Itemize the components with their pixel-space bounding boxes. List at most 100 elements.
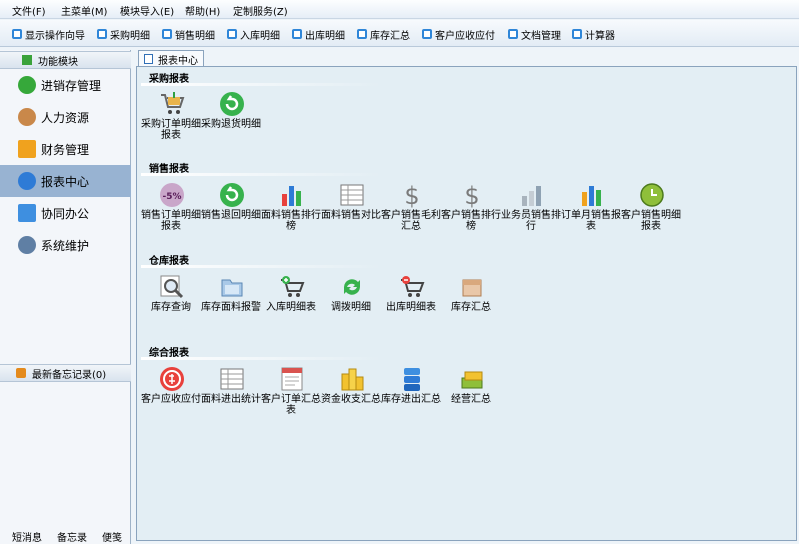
menu-bar: 文件(F) 主菜单(M) 模块导入(E) 帮助(H) 定制服务(Z) xyxy=(0,0,799,19)
sidebar-item-inventory[interactable]: 进销存管理 xyxy=(0,69,131,101)
report-transfer-detail[interactable]: 调拨明细 xyxy=(321,274,381,334)
toolbar-guide-button[interactable]: 显示操作向导 xyxy=(12,27,85,42)
users-icon xyxy=(18,108,36,126)
checkbox-icon xyxy=(97,29,107,39)
sidebar-item-finance[interactable]: 财务管理 xyxy=(0,133,131,165)
checkbox-icon xyxy=(357,29,367,39)
report-content-panel: 采购报表 销售报表 仓库报表 综合报表 采购订单明细报表 采购退货明细 -5% … xyxy=(136,66,797,541)
check-circle-icon xyxy=(18,76,36,94)
report-fabric-io-stats[interactable]: 面料进出统计 xyxy=(201,366,261,426)
svg-text:$: $ xyxy=(464,182,479,208)
checkbox-icon xyxy=(292,29,302,39)
toolbar-document-button[interactable]: 文档管理 xyxy=(508,27,561,42)
checkbox-icon xyxy=(162,29,172,39)
cart-add-icon xyxy=(281,276,305,297)
checkbox-icon xyxy=(12,29,22,39)
sidebar: 功能模块 进销存管理 人力资源 财务管理 报表中心 协同办公 系统维护 最新备忘… xyxy=(0,50,131,544)
folder-icon xyxy=(221,279,243,297)
toolbar-receivable-button[interactable]: 客户应收应付 xyxy=(422,27,495,42)
coins-icon xyxy=(341,368,364,391)
report-sales-return-detail[interactable]: 销售退回明细 xyxy=(201,182,261,242)
menu-main[interactable]: 主菜单(M) xyxy=(61,3,107,18)
sidebar-item-hr[interactable]: 人力资源 xyxy=(0,101,131,133)
report-customer-gross-profit[interactable]: $ 客户销售毛利汇总 xyxy=(381,182,441,242)
report-purchase-return-detail[interactable]: 采购退货明细 xyxy=(201,91,261,151)
menu-custom-service[interactable]: 定制服务(Z) xyxy=(233,3,288,18)
checkbox-icon xyxy=(572,29,582,39)
report-salesman-ranking[interactable]: 业务员销售排行 xyxy=(501,182,561,242)
toolbar-purchase-detail-button[interactable]: 采购明细 xyxy=(97,27,150,42)
report-sales-order-detail[interactable]: -5% 销售订单明细报表 xyxy=(141,182,201,242)
discount-icon: -5% xyxy=(160,183,184,207)
report-stock-summary[interactable]: 库存汇总 xyxy=(441,274,501,334)
report-inbound-detail[interactable]: 入库明细表 xyxy=(261,274,321,334)
report-stock-query[interactable]: 库存查询 xyxy=(141,274,201,334)
section-divider xyxy=(141,83,381,86)
person-gear-icon xyxy=(18,236,36,254)
tab-report-center[interactable]: 报表中心 xyxy=(138,50,204,67)
report-stock-fabric-alert[interactable]: 库存面料报警 xyxy=(201,274,261,334)
folder-icon xyxy=(18,140,36,158)
chart-circle-icon xyxy=(18,172,36,190)
document-icon xyxy=(281,367,303,391)
speaker-icon xyxy=(16,368,26,378)
report-customer-order-summary[interactable]: 客户订单汇总表 xyxy=(261,366,321,426)
dollar-icon: $ xyxy=(404,182,419,208)
toolbar: 显示操作向导 采购明细 销售明细 入库明细 出库明细 库存汇总 客户应收应付 文… xyxy=(0,20,799,47)
sidebar-item-reports[interactable]: 报表中心 xyxy=(0,165,131,197)
section-divider xyxy=(141,265,381,268)
tab-bar: 报表中心 xyxy=(136,50,799,67)
return-icon xyxy=(220,183,244,207)
sidebar-item-system[interactable]: 系统维护 xyxy=(0,229,131,261)
toolbar-outbound-detail-button[interactable]: 出库明细 xyxy=(292,27,345,42)
svg-text:$: $ xyxy=(404,182,419,208)
checkbox-icon xyxy=(422,29,432,39)
report-purchase-order-detail[interactable]: 采购订单明细报表 xyxy=(141,91,201,151)
money-icon xyxy=(160,367,184,391)
checkbox-icon xyxy=(227,29,237,39)
svg-text:-5%: -5% xyxy=(162,192,181,202)
bar-chart-icon xyxy=(582,186,601,206)
menu-file[interactable]: 文件(F) xyxy=(12,3,46,18)
report-customer-receivable[interactable]: 客户应收应付 xyxy=(141,366,201,426)
report-outbound-detail[interactable]: 出库明细表 xyxy=(381,274,441,334)
report-customer-sales-detail[interactable]: 客户销售明细报表 xyxy=(621,182,681,242)
toolbar-inbound-detail-button[interactable]: 入库明细 xyxy=(227,27,280,42)
box-icon xyxy=(462,279,482,297)
report-fund-summary[interactable]: 资金收支汇总 xyxy=(321,366,381,426)
cart-icon xyxy=(161,92,185,114)
menu-module-import[interactable]: 模块导入(E) xyxy=(120,3,174,18)
dollar-icon: $ xyxy=(464,182,479,208)
report-business-summary[interactable]: 经营汇总 xyxy=(441,366,501,426)
toolbar-sales-detail-button[interactable]: 销售明细 xyxy=(162,27,215,42)
report-customer-sales-ranking[interactable]: $ 客户销售排行榜 xyxy=(441,182,501,242)
table-icon xyxy=(220,368,244,390)
menu-help[interactable]: 帮助(H) xyxy=(185,3,220,18)
money-stack-icon xyxy=(461,371,483,389)
footer-tab-notes[interactable]: 便笺 xyxy=(102,529,122,544)
footer-tab-message[interactable]: 短消息 xyxy=(12,529,42,544)
section-divider xyxy=(141,173,381,176)
sidebar-item-collaboration[interactable]: 协同办公 xyxy=(0,197,131,229)
report-fabric-sales-ranking[interactable]: 面料销售排行榜 xyxy=(261,182,321,242)
toolbar-stock-summary-button[interactable]: 库存汇总 xyxy=(357,27,410,42)
refresh-icon xyxy=(344,279,360,295)
clock-icon xyxy=(640,183,664,207)
report-order-monthly-sales[interactable]: 订单月销售报表 xyxy=(561,182,621,242)
report-stock-io-summary[interactable]: 库存进出汇总 xyxy=(381,366,441,426)
toolbar-calculator-button[interactable]: 计算器 xyxy=(572,27,615,42)
table-icon xyxy=(340,184,364,206)
memo-header[interactable]: 最新备忘记录(0) xyxy=(0,364,131,382)
magnifier-icon xyxy=(160,275,184,299)
section-divider xyxy=(141,357,381,360)
checkbox-icon xyxy=(508,29,518,39)
report-fabric-sales-compare[interactable]: 面料销售对比 xyxy=(321,182,381,242)
bar-chart-gray-icon xyxy=(522,186,541,206)
footer-tab-memo[interactable]: 备忘录 xyxy=(57,529,87,544)
return-icon xyxy=(220,92,244,116)
sidebar-header: 功能模块 xyxy=(0,51,131,69)
document-icon xyxy=(144,54,153,64)
bar-chart-icon xyxy=(282,186,301,206)
cart-remove-icon xyxy=(401,276,425,297)
calendar-icon xyxy=(18,204,36,222)
